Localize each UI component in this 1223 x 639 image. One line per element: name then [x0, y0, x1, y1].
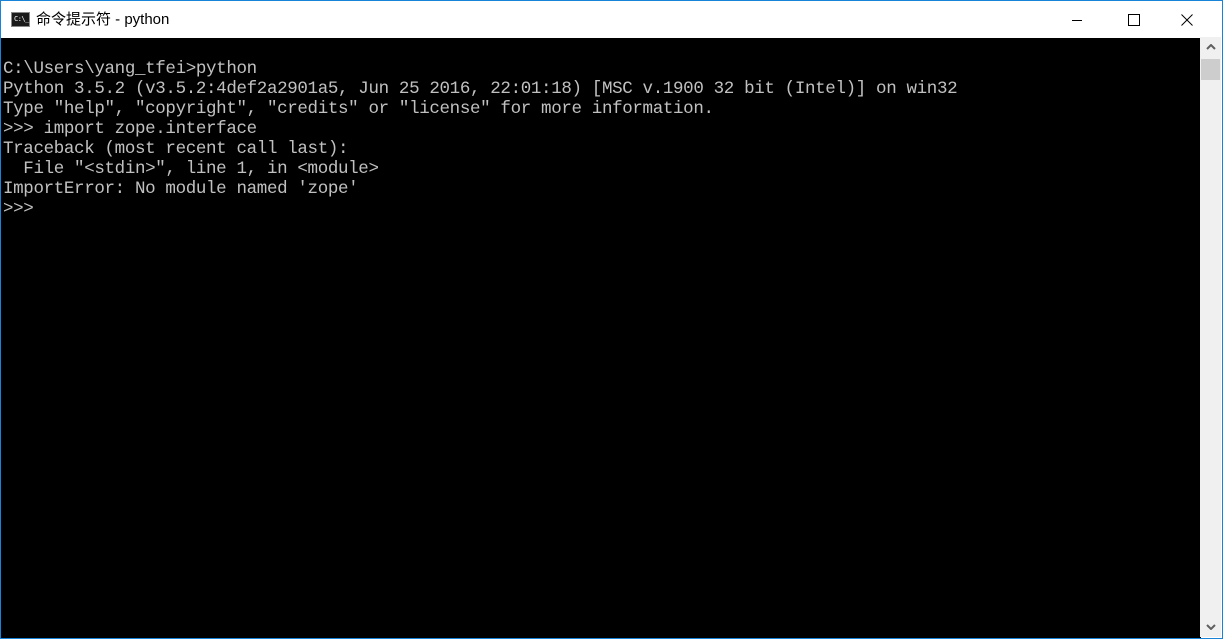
chevron-up-icon	[1205, 44, 1216, 50]
minimize-icon	[1072, 19, 1082, 21]
close-button[interactable]	[1164, 1, 1210, 38]
maximize-button[interactable]	[1111, 1, 1157, 38]
vertical-scrollbar[interactable]	[1200, 37, 1221, 637]
console-line: Traceback (most recent call last):	[3, 139, 349, 159]
scroll-up-button[interactable]	[1200, 37, 1221, 57]
close-icon	[1181, 13, 1193, 26]
console-output[interactable]: C:\Users\yang_tfei>python Python 3.5.2 (…	[1, 38, 1201, 638]
title-bar[interactable]: C:\_ 命令提示符 - python	[1, 1, 1222, 38]
cmd-app-icon[interactable]: C:\_	[11, 12, 30, 27]
console-prompt[interactable]: >>>	[3, 199, 34, 219]
scroll-down-button[interactable]	[1200, 617, 1221, 637]
console-line: C:\Users\yang_tfei>python	[3, 59, 257, 79]
window-title: 命令提示符 - python	[36, 11, 170, 28]
console-line: >>> import zope.interface	[3, 119, 257, 139]
chevron-down-icon	[1205, 624, 1216, 630]
app-icon-label: C:\_	[14, 15, 29, 23]
console-line: Type "help", "copyright", "credits" or "…	[3, 99, 714, 119]
console-line: ImportError: No module named 'zope'	[3, 179, 359, 199]
console-window: C:\_ 命令提示符 - python C:\Users\yang_tfei>p…	[0, 0, 1223, 639]
console-line: Python 3.5.2 (v3.5.2:4def2a2901a5, Jun 2…	[3, 79, 958, 99]
scrollbar-thumb[interactable]	[1201, 59, 1220, 80]
console-line: File "<stdin>", line 1, in <module>	[3, 159, 379, 179]
maximize-icon	[1128, 13, 1140, 26]
minimize-button[interactable]	[1054, 1, 1100, 38]
